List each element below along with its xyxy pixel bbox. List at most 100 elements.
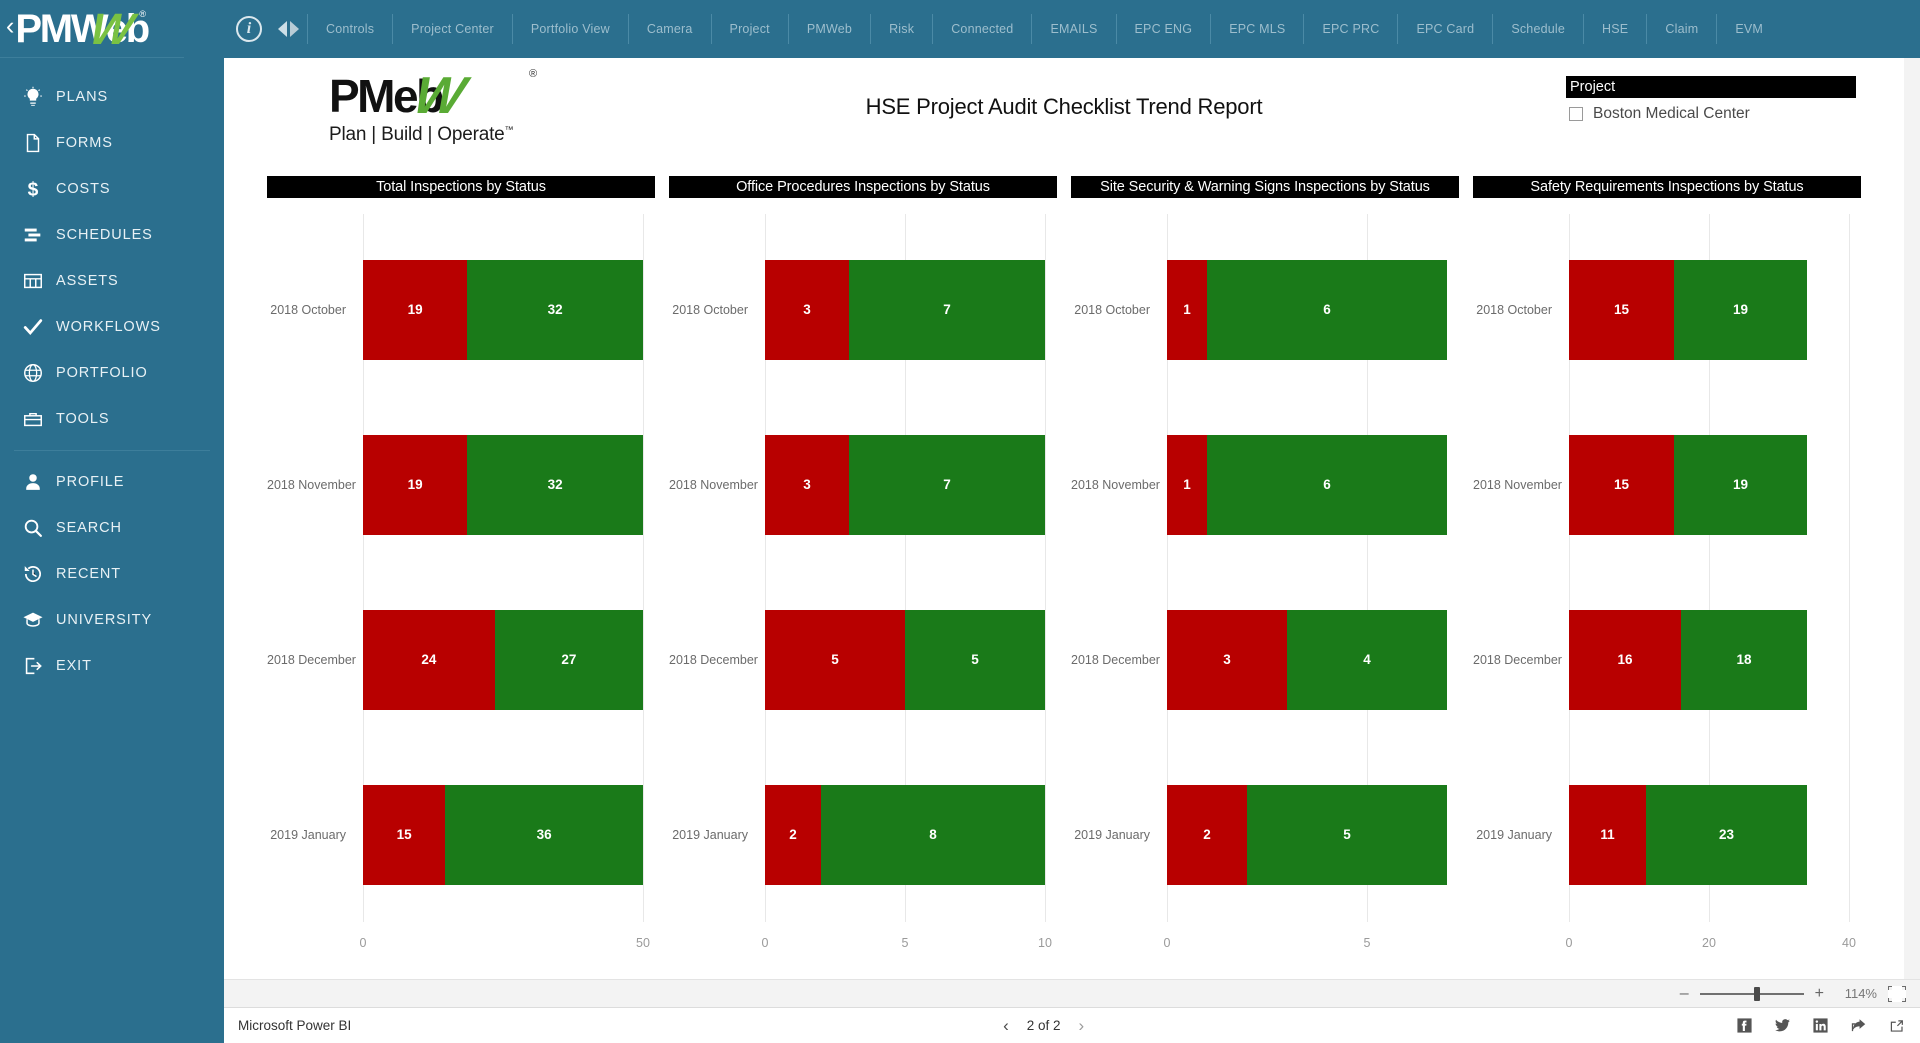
sidebar-item-profile[interactable]: PROFILE: [0, 459, 224, 505]
tab-schedule[interactable]: Schedule: [1492, 14, 1583, 44]
sidebar-item-costs[interactable]: $ COSTS: [0, 166, 224, 212]
sidebar-item-plans[interactable]: PLANS: [0, 74, 224, 120]
bar-row[interactable]: 2018 November 1 6: [1071, 434, 1459, 535]
bar-value-label: 2: [1203, 827, 1211, 842]
bar-row[interactable]: 2018 December 3 4: [1071, 609, 1459, 710]
bar-segment-passed[interactable]: 27: [494, 609, 643, 710]
bar-row[interactable]: 2019 January 15 36: [267, 784, 655, 885]
bar-row[interactable]: 2018 November 3 7: [669, 434, 1057, 535]
share-icon[interactable]: [1849, 1017, 1868, 1034]
tab-epc-card[interactable]: EPC Card: [1397, 14, 1492, 44]
facebook-icon[interactable]: [1736, 1017, 1753, 1034]
bar-segment-failed[interactable]: 3: [765, 259, 849, 360]
popout-icon[interactable]: [1888, 1018, 1906, 1034]
bar-segment-failed[interactable]: 19: [363, 259, 468, 360]
tab-scroll-arrows[interactable]: [278, 21, 299, 37]
bar-segment-passed[interactable]: 8: [821, 784, 1045, 885]
tab-controls[interactable]: Controls: [307, 14, 392, 44]
tab-epc-mls[interactable]: EPC MLS: [1210, 14, 1303, 44]
sidebar-item-recent[interactable]: RECENT: [0, 551, 224, 597]
previous-page-icon[interactable]: ‹: [1003, 1017, 1009, 1034]
sidebar-item-university[interactable]: UNIVERSITY: [0, 597, 224, 643]
bar-segment-passed[interactable]: 6: [1206, 434, 1447, 535]
zoom-out-button[interactable]: –: [1680, 985, 1689, 1002]
project-slicer[interactable]: Project Boston Medical Center: [1566, 76, 1856, 123]
bar-segment-passed[interactable]: 5: [905, 609, 1045, 710]
zoom-in-button[interactable]: +: [1815, 985, 1824, 1002]
bar-segment-passed[interactable]: 23: [1646, 784, 1807, 885]
tab-evm[interactable]: EVM: [1716, 14, 1781, 44]
tab-portfolio-view[interactable]: Portfolio View: [511, 14, 628, 44]
bar-row[interactable]: 2018 October 1 6: [1071, 259, 1459, 360]
fit-to-screen-icon[interactable]: [1888, 985, 1906, 1002]
bar-segment-passed[interactable]: 7: [849, 259, 1045, 360]
bar-segment-passed[interactable]: 32: [467, 434, 643, 535]
bar-segment-failed[interactable]: 19: [363, 434, 468, 535]
bar-row[interactable]: 2018 December 5 5: [669, 609, 1057, 710]
bar-segment-passed[interactable]: 6: [1206, 259, 1447, 360]
bar-segment-passed[interactable]: 7: [849, 434, 1045, 535]
slicer-option-boston-medical-center[interactable]: Boston Medical Center: [1566, 105, 1856, 123]
tab-pmweb[interactable]: PMWeb: [787, 14, 870, 44]
zoom-slider-thumb[interactable]: [1753, 986, 1760, 1001]
scroll-right-icon[interactable]: [290, 21, 299, 37]
bar-row[interactable]: 2018 December 16 18: [1473, 609, 1861, 710]
bar-segment-passed[interactable]: 4: [1287, 609, 1447, 710]
info-icon[interactable]: i: [236, 16, 262, 42]
bar-segment-failed[interactable]: 5: [765, 609, 905, 710]
twitter-icon[interactable]: [1773, 1017, 1792, 1034]
bar-row[interactable]: 2018 December 24 27: [267, 609, 655, 710]
sidebar-item-search[interactable]: SEARCH: [0, 505, 224, 551]
checkbox-icon[interactable]: [1569, 107, 1583, 121]
sidebar-item-forms[interactable]: FORMS: [0, 120, 224, 166]
sidebar-item-tools[interactable]: TOOLS: [0, 396, 224, 442]
bar-segment-failed[interactable]: 24: [363, 609, 495, 710]
sidebar-item-portfolio[interactable]: PORTFOLIO: [0, 350, 224, 396]
bar-segment-passed[interactable]: 36: [445, 784, 643, 885]
sidebar-item-workflows[interactable]: WORKFLOWS: [0, 304, 224, 350]
tab-emails[interactable]: EMAILS: [1031, 14, 1115, 44]
bar-row[interactable]: 2019 January 11 23: [1473, 784, 1861, 885]
tab-project-center[interactable]: Project Center: [392, 14, 512, 44]
zoom-slider[interactable]: [1699, 986, 1804, 1001]
bar-row[interactable]: 2018 November 19 32: [267, 434, 655, 535]
tab-camera[interactable]: Camera: [627, 14, 711, 44]
tab-epc-eng[interactable]: EPC ENG: [1115, 14, 1211, 44]
bar-segment-passed[interactable]: 32: [467, 259, 643, 360]
bar-segment-passed[interactable]: 19: [1674, 259, 1807, 360]
linkedin-icon[interactable]: [1812, 1017, 1829, 1034]
bar-segment-failed[interactable]: 3: [765, 434, 849, 535]
next-page-icon[interactable]: ›: [1079, 1017, 1085, 1034]
tab-epc-prc[interactable]: EPC PRC: [1303, 14, 1397, 44]
tab-connected[interactable]: Connected: [932, 14, 1031, 44]
tab-claim[interactable]: Claim: [1646, 14, 1716, 44]
bar-segment-failed[interactable]: 15: [1569, 259, 1674, 360]
bar-segment-failed[interactable]: 3: [1167, 609, 1287, 710]
bar-segment-failed[interactable]: 15: [1569, 434, 1674, 535]
bar-segment-failed[interactable]: 2: [765, 784, 821, 885]
bar-segment-failed[interactable]: 11: [1569, 784, 1646, 885]
tab-project[interactable]: Project: [710, 14, 788, 44]
bar-row[interactable]: 2018 October 19 32: [267, 259, 655, 360]
bar-row[interactable]: 2019 January 2 8: [669, 784, 1057, 885]
bar-segment-failed[interactable]: 15: [363, 784, 446, 885]
bar-row[interactable]: 2018 October 3 7: [669, 259, 1057, 360]
bar-row[interactable]: 2019 January 2 5: [1071, 784, 1459, 885]
bar-segment-passed[interactable]: 5: [1246, 784, 1447, 885]
bar-segment-failed[interactable]: 2: [1167, 784, 1247, 885]
bar-segment-failed[interactable]: 16: [1569, 609, 1681, 710]
bar-segment-failed[interactable]: 1: [1167, 434, 1207, 535]
scroll-left-icon[interactable]: [278, 21, 287, 37]
bar-segment-failed[interactable]: 1: [1167, 259, 1207, 360]
sidebar-item-exit[interactable]: EXIT: [0, 643, 224, 689]
collapse-sidebar-icon[interactable]: ‹: [6, 14, 14, 39]
bar-segment-passed[interactable]: 18: [1681, 609, 1807, 710]
chart-title: Total Inspections by Status: [267, 176, 655, 198]
bar-segment-passed[interactable]: 19: [1674, 434, 1807, 535]
tab-risk[interactable]: Risk: [870, 14, 932, 44]
bar-row[interactable]: 2018 November 15 19: [1473, 434, 1861, 535]
bar-row[interactable]: 2018 October 15 19: [1473, 259, 1861, 360]
sidebar-item-schedules[interactable]: SCHEDULES: [0, 212, 224, 258]
sidebar-item-assets[interactable]: ASSETS: [0, 258, 224, 304]
tab-hse[interactable]: HSE: [1583, 14, 1646, 44]
